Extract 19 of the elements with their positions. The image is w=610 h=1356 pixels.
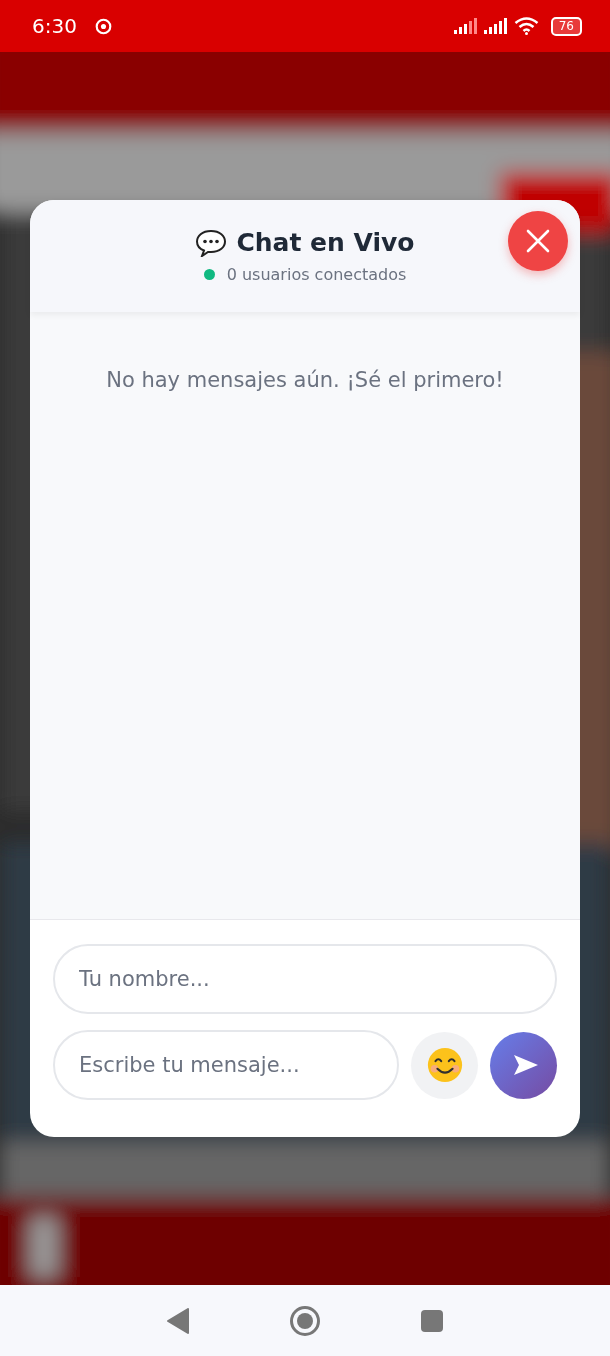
back-icon[interactable]	[167, 1307, 189, 1334]
recents-icon[interactable]	[421, 1309, 443, 1332]
browser-icon	[94, 17, 112, 35]
home-icon[interactable]	[289, 1304, 321, 1337]
smiley-icon	[425, 1046, 464, 1084]
name-field[interactable]: Tu nombre...	[53, 944, 557, 1014]
chat-title: Chat en Vivo	[236, 228, 415, 257]
online-users-count: 0 usuarios conectados	[226, 265, 407, 284]
online-status-dot	[203, 269, 215, 280]
speech-bubble-icon	[195, 228, 228, 257]
signal-icon	[483, 18, 508, 34]
signal-icon	[453, 18, 478, 34]
close-icon	[526, 229, 550, 253]
clock-time: 6:30	[32, 14, 77, 38]
battery-indicator: 76	[550, 16, 582, 36]
wifi-icon	[513, 17, 539, 35]
message-field[interactable]: Escribe tu mensaje...	[53, 1030, 399, 1100]
empty-message: No hay mensajes aún. ¡Sé el primero!	[106, 368, 504, 394]
send-icon	[513, 1055, 538, 1075]
